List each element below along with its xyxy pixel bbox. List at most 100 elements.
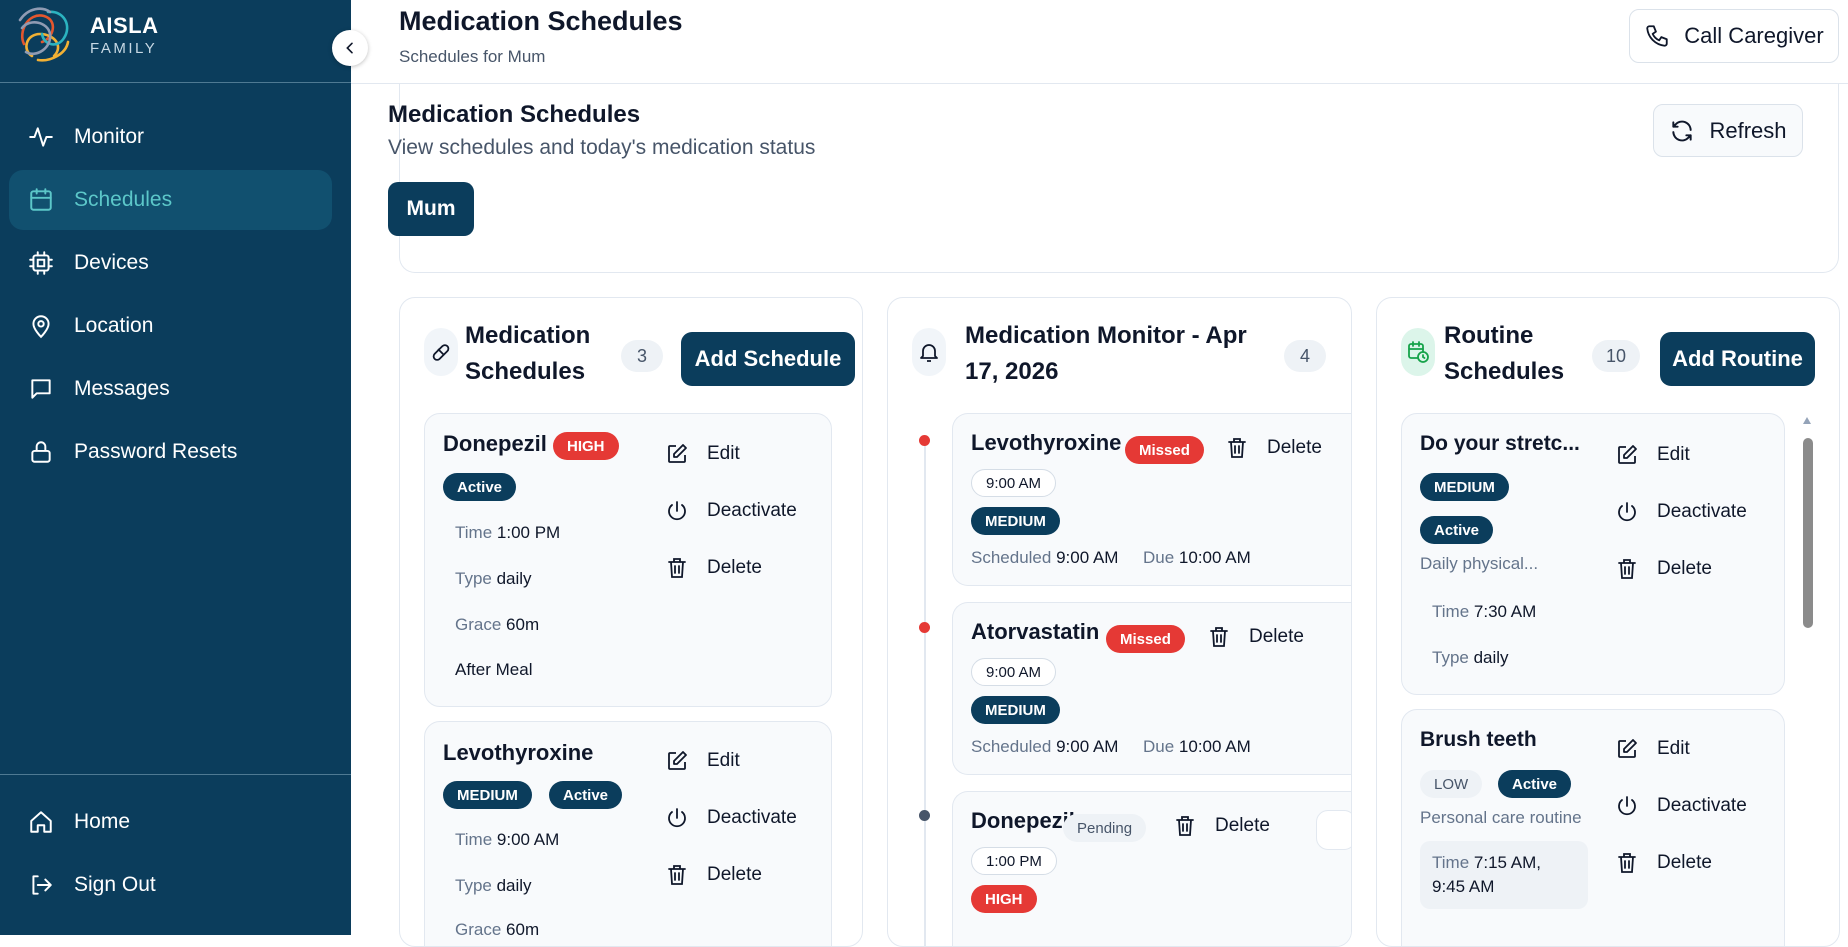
sidebar-item-label: Messages xyxy=(74,377,170,400)
deactivate-button[interactable]: Deactivate xyxy=(1615,794,1747,818)
trash-icon xyxy=(1615,851,1639,875)
call-caregiver-label: Call Caregiver xyxy=(1684,23,1824,48)
delete-button[interactable]: Delete xyxy=(1207,625,1304,649)
person-mum-button[interactable]: Mum xyxy=(388,182,474,236)
sidebar-item-location[interactable]: Location xyxy=(9,296,332,356)
column-title: Medication Monitor - Apr 17, 2026 xyxy=(965,322,1247,385)
routine-name: Do your stretc... xyxy=(1420,432,1580,455)
trash-icon xyxy=(1173,814,1197,838)
refresh-label: Refresh xyxy=(1709,117,1787,143)
message-icon xyxy=(28,376,54,402)
delete-button[interactable]: Delete xyxy=(665,556,762,580)
medication-name: Levothyroxine xyxy=(443,740,594,765)
trash-icon xyxy=(1225,436,1249,460)
trash-icon xyxy=(665,556,689,580)
collapse-sidebar-button[interactable] xyxy=(332,30,368,66)
trash-icon xyxy=(1207,625,1231,649)
monitor-item: Donepezil Pending Delete 1:00 PM HIGH xyxy=(952,791,1351,946)
time-badge: 9:00 AM xyxy=(971,469,1057,497)
deactivate-button[interactable]: Deactivate xyxy=(665,806,797,830)
edit-button[interactable]: Edit xyxy=(665,749,740,773)
sidebar-item-devices[interactable]: Devices xyxy=(9,233,332,293)
power-icon xyxy=(665,806,689,830)
time-field: Time 9:00 AM xyxy=(455,830,560,849)
type-field: Type daily xyxy=(455,569,532,588)
deactivate-button[interactable]: Deactivate xyxy=(1615,500,1747,524)
scheduled-field: Scheduled 9:00 AM xyxy=(971,548,1119,567)
brand-name: AISLA xyxy=(90,12,159,38)
routine-description: Personal care routine xyxy=(1420,808,1582,827)
add-schedule-button[interactable]: Add Schedule xyxy=(681,332,855,386)
trash-icon xyxy=(665,863,689,887)
scrollbar-thumb[interactable] xyxy=(1803,438,1813,628)
medication-card: Levothyroxine MEDIUM Active Time 9:00 AM… xyxy=(424,721,832,946)
pending-badge: Pending xyxy=(1063,814,1147,842)
phone-icon xyxy=(1644,23,1670,49)
page-title: Medication Schedules xyxy=(399,6,683,36)
timeline-dot-missed xyxy=(919,622,930,633)
cpu-icon xyxy=(28,250,54,276)
edit-icon xyxy=(1615,737,1639,761)
priority-badge: LOW xyxy=(1420,770,1483,798)
monitor-item: Atorvastatin Missed Delete 9:00 AM MEDIU… xyxy=(952,602,1351,775)
edit-button[interactable]: Edit xyxy=(665,442,740,466)
sign-out-icon xyxy=(28,872,54,898)
call-caregiver-button[interactable]: Call Caregiver xyxy=(1629,9,1839,63)
sidebar-item-messages[interactable]: Messages xyxy=(9,359,332,419)
sidebar-item-password-resets[interactable]: Password Resets xyxy=(9,422,332,482)
trash-icon xyxy=(1615,557,1639,581)
delete-button[interactable]: Delete xyxy=(665,863,762,887)
timeline-line xyxy=(924,440,926,946)
type-field: Type daily xyxy=(455,876,532,895)
sidebar-item-sign-out[interactable]: Sign Out xyxy=(9,855,332,915)
brand-logo[interactable]: AISLA FAMILY xyxy=(14,4,159,66)
delete-button[interactable]: Delete xyxy=(1615,557,1712,581)
priority-badge: MEDIUM xyxy=(971,507,1060,535)
edit-icon xyxy=(665,749,689,773)
delete-button[interactable]: Delete xyxy=(1615,851,1712,875)
sidebar-item-label: Schedules xyxy=(74,188,173,211)
sidebar-divider xyxy=(0,82,351,83)
refresh-icon xyxy=(1669,118,1695,144)
schedule-count-badge: 3 xyxy=(621,340,663,372)
sidebar-item-label: Sign Out xyxy=(74,873,156,896)
add-routine-button[interactable]: Add Routine xyxy=(1660,332,1815,386)
priority-badge: MEDIUM xyxy=(443,781,532,809)
time-badge: 1:00 PM xyxy=(971,847,1057,875)
time-badge: 9:00 AM xyxy=(971,658,1057,686)
scheduled-field: Scheduled 9:00 AM xyxy=(971,737,1119,756)
panel-subtitle: View schedules and today's medication st… xyxy=(388,136,816,159)
type-field: Type daily xyxy=(1432,648,1509,667)
scroll-up-icon[interactable] xyxy=(1800,413,1814,427)
deactivate-button[interactable]: Deactivate xyxy=(665,499,797,523)
sidebar: AISLA FAMILY Monitor Schedules Devices L… xyxy=(0,0,351,935)
delete-button[interactable]: Delete xyxy=(1173,814,1270,838)
priority-badge: MEDIUM xyxy=(971,696,1060,724)
sidebar-item-schedules[interactable]: Schedules xyxy=(9,170,332,230)
medication-name: Levothyroxine xyxy=(971,430,1122,455)
edit-icon xyxy=(1615,443,1639,467)
meal-note: After Meal xyxy=(455,660,533,679)
refresh-button[interactable]: Refresh xyxy=(1653,104,1803,157)
edit-button[interactable]: Edit xyxy=(1615,737,1690,761)
priority-badge: MEDIUM xyxy=(1420,473,1509,501)
sidebar-item-home[interactable]: Home xyxy=(9,792,332,852)
scrollbar[interactable] xyxy=(1800,413,1814,946)
more-button[interactable] xyxy=(1316,810,1351,850)
timeline-dot-pending xyxy=(919,810,930,821)
status-badge: Active xyxy=(1498,770,1572,798)
sidebar-item-monitor[interactable]: Monitor xyxy=(9,107,332,167)
edit-button[interactable]: Edit xyxy=(1615,443,1690,467)
medication-name: Atorvastatin xyxy=(971,619,1100,644)
page-subtitle: Schedules for Mum xyxy=(399,47,546,66)
calendar-icon xyxy=(28,187,54,213)
sidebar-item-label: Home xyxy=(74,810,131,833)
grace-field: Grace 60m xyxy=(455,615,540,634)
missed-badge: Missed xyxy=(1125,436,1204,464)
delete-button[interactable]: Delete xyxy=(1225,436,1322,460)
status-badge: Active xyxy=(1420,516,1494,544)
routine-schedules-column: Routine Schedules 10 Add Routine Do your … xyxy=(1376,297,1840,947)
map-pin-icon xyxy=(28,313,54,339)
calendar-clock-icon xyxy=(1401,328,1435,376)
missed-badge: Missed xyxy=(1106,625,1185,653)
